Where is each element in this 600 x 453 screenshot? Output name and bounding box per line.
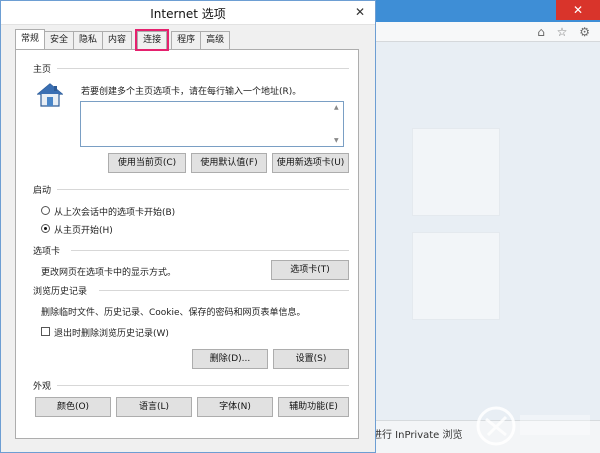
accessibility-button[interactable]: 辅助功能(E): [278, 397, 349, 417]
delete-on-exit-label[interactable]: 退出时删除浏览历史记录(W): [54, 326, 169, 339]
delete-on-exit-checkbox[interactable]: [41, 327, 50, 336]
tab-content[interactable]: 内容: [102, 31, 133, 49]
startup-last-session-label[interactable]: 从上次会话中的选项卡开始(B): [54, 205, 175, 218]
use-default-button[interactable]: 使用默认值(F): [191, 153, 267, 173]
tab-general[interactable]: 常规: [15, 29, 46, 49]
tabs-section-label: 选项卡: [33, 244, 61, 257]
tabs-description: 更改网页在选项卡中的显示方式。: [41, 268, 177, 278]
site-tile[interactable]: [412, 128, 500, 216]
startup-last-session-radio[interactable]: [41, 206, 50, 215]
dialog-close-button[interactable]: ✕: [351, 4, 369, 20]
dialog-title: Internet 选项: [150, 7, 226, 21]
tabs-separator: [71, 250, 349, 251]
homepage-separator: [57, 68, 349, 69]
use-current-button[interactable]: 使用当前页(C): [108, 153, 186, 173]
browser-close-button[interactable]: ✕: [556, 0, 600, 20]
dialog-titlebar[interactable]: Internet 选项 ✕: [1, 1, 375, 25]
history-description: 删除临时文件、历史记录、Cookie、保存的密码和网页表单信息。: [41, 308, 306, 318]
browser-toolbar-icons[interactable]: ⌂ ☆ ⚙: [537, 22, 594, 42]
languages-button[interactable]: 语言(L): [116, 397, 192, 417]
appearance-separator: [57, 385, 349, 386]
tabs-settings-button[interactable]: 选项卡(T): [271, 260, 349, 280]
colors-button[interactable]: 颜色(O): [35, 397, 111, 417]
new-tab-page: [376, 42, 600, 438]
tab-connections[interactable]: 连接: [135, 29, 170, 51]
startup-home-radio[interactable]: [41, 224, 50, 233]
scroll-down-icon[interactable]: ▼: [334, 137, 339, 144]
inprivate-link[interactable]: 进行 InPrivate 浏览: [372, 426, 463, 441]
startup-section-label: 启动: [33, 183, 52, 196]
history-section-label: 浏览历史记录: [33, 284, 88, 297]
home-icon: [37, 83, 63, 107]
site-tile[interactable]: [412, 232, 500, 320]
homepage-section-label: 主页: [33, 62, 52, 75]
startup-home-label[interactable]: 从主页开始(H): [54, 223, 113, 236]
startup-separator: [57, 189, 349, 190]
internet-options-dialog: Internet 选项 ✕ 常规 安全 隐私 内容 连接 程序 高级 主页 若要…: [0, 0, 376, 453]
scroll-up-icon[interactable]: ▲: [334, 104, 339, 111]
tab-security[interactable]: 安全: [44, 31, 75, 49]
history-settings-button[interactable]: 设置(S): [273, 349, 349, 369]
watermark-logo: [476, 406, 590, 446]
history-separator: [99, 290, 349, 291]
appearance-section-label: 外观: [33, 379, 52, 392]
use-new-tab-button[interactable]: 使用新选项卡(U): [272, 153, 349, 173]
fonts-button[interactable]: 字体(N): [197, 397, 273, 417]
textarea-scrollbar[interactable]: ▲ ▼: [331, 102, 343, 146]
tab-programs[interactable]: 程序: [171, 31, 202, 49]
tab-privacy[interactable]: 隐私: [73, 31, 104, 49]
homepage-address-textarea[interactable]: ▲ ▼: [80, 101, 344, 147]
homepage-description: 若要创建多个主页选项卡，请在每行输入一个地址(R)。: [81, 87, 302, 97]
tab-strip: 常规 安全 隐私 内容 连接 程序 高级: [15, 29, 231, 51]
delete-history-button[interactable]: 删除(D)...: [192, 349, 268, 369]
tab-advanced[interactable]: 高级: [200, 31, 231, 49]
